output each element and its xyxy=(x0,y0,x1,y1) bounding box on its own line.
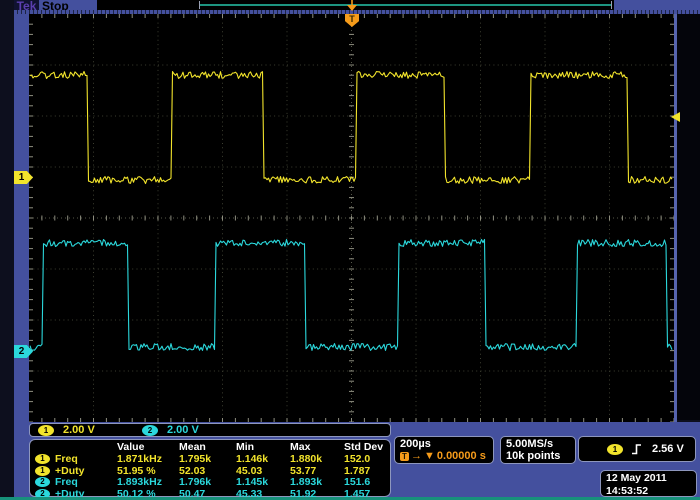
channel-1-scale-value: 2.00 V xyxy=(63,424,95,436)
measurement-name: Freq xyxy=(55,476,78,488)
trigger-position-arrow-icon xyxy=(345,0,359,12)
channel-scale-ch1: 1 2.00 V xyxy=(38,424,134,436)
measurement-row-ch2-freq: 2 Freq 1.893kHz1.796k1.145k1.893k151.6 xyxy=(35,476,390,488)
acquisition-readout-box: 5.00MS/s 10k points xyxy=(500,436,576,464)
horizontal-readout-box: 200µs T→▼ 0.00000 s xyxy=(394,436,494,464)
measurement-row-ch1-freq: 1 Freq 1.871kHz1.795k1.146k1.880k152.0 xyxy=(35,453,390,465)
measurement-stddev: 1.787 xyxy=(344,465,390,477)
channel-2-scale-value: 2.00 V xyxy=(167,424,199,436)
record-view-left-bracket xyxy=(199,1,200,9)
channel-2-badge: 2 xyxy=(142,425,158,436)
horizontal-position-value: 0.00000 s xyxy=(437,450,486,462)
measurement-min: 45.03 xyxy=(236,465,290,477)
channel-scale-ch2: 2 2.00 V xyxy=(142,424,238,436)
measurement-min: 1.145k xyxy=(236,476,290,488)
horizontal-position: T→▼ 0.00000 s xyxy=(400,450,488,462)
channel-2-badge: 2 xyxy=(35,477,50,487)
record-view-right-bracket xyxy=(611,1,612,9)
channel-1-badge: 1 xyxy=(38,425,54,436)
col-header-value: Value xyxy=(117,441,179,453)
time-label: 14:53:52 xyxy=(606,485,691,498)
horizontal-scale: 200µs xyxy=(400,438,488,450)
waveform-plot xyxy=(29,14,674,422)
trigger-t-icon: T xyxy=(400,452,409,461)
measurement-stddev: 152.0 xyxy=(344,453,390,465)
col-header-stddev: Std Dev xyxy=(344,441,390,453)
trigger-source-badge: 1 xyxy=(607,444,623,455)
sample-rate: 5.00MS/s xyxy=(506,438,570,450)
measurement-table-header: Value Mean Min Max Std Dev xyxy=(35,441,390,453)
rising-edge-icon xyxy=(631,443,644,455)
measurement-value: 1.893kHz xyxy=(117,476,179,488)
measurement-value: 1.871kHz xyxy=(117,453,179,465)
col-header-mean: Mean xyxy=(179,441,236,453)
measurement-stddev: 151.6 xyxy=(344,476,390,488)
trigger-level-value: 2.56 V xyxy=(652,443,684,455)
measurement-table: Value Mean Min Max Std Dev 1 Freq 1.871kHz… xyxy=(29,439,391,497)
channel-1-badge: 1 xyxy=(35,454,50,464)
measurement-name: +Duty xyxy=(55,465,84,477)
trigger-readout-box: 1 2.56 V xyxy=(578,436,696,462)
measurement-max: 1.893k xyxy=(290,476,344,488)
left-margin-strip xyxy=(14,14,29,422)
arrow-down-icon: ▼ xyxy=(424,450,435,462)
date-label: 12 May 2011 xyxy=(606,472,691,485)
measurement-value: 51.95 % xyxy=(117,465,179,477)
record-view-waveform-line xyxy=(200,4,612,6)
oscilloscope-screen: Tek Stop 1 2 T 12.00 V22.00 V Value Mean… xyxy=(0,0,700,500)
record-length: 10k points xyxy=(506,450,570,462)
measurement-row-ch1-plusduty: 1 +Duty 51.95 %52.0345.0353.771.787 xyxy=(35,465,390,477)
measurement-name: Freq xyxy=(55,453,78,465)
measurement-min: 1.146k xyxy=(236,453,290,465)
measurement-max: 1.880k xyxy=(290,453,344,465)
right-margin-column xyxy=(677,14,700,420)
col-header-min: Min xyxy=(236,441,290,453)
channel-1-badge: 1 xyxy=(35,466,50,476)
arrow-right-icon: → xyxy=(411,450,422,462)
measurement-mean: 1.796k xyxy=(179,476,236,488)
measurement-mean: 1.795k xyxy=(179,453,236,465)
datetime-box: 12 May 2011 14:53:52 xyxy=(600,470,697,497)
channel-scale-bar: 1 2.00 V 2 2.00 V xyxy=(29,423,391,437)
col-header-max: Max xyxy=(290,441,344,453)
measurement-mean: 52.03 xyxy=(179,465,236,477)
measurement-max: 53.77 xyxy=(290,465,344,477)
